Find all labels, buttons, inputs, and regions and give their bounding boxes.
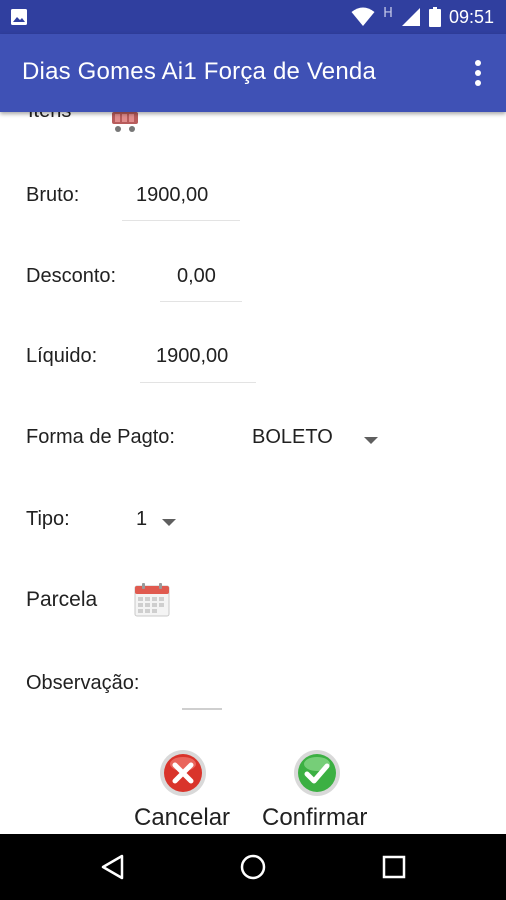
desconto-underline [160,301,242,302]
itens-label: Itens [28,112,71,123]
liquido-value: 1900,00 [156,345,229,367]
more-vert-icon[interactable] [468,58,488,88]
order-summary-form[interactable]: Itens Bruto: 1900,00 Desconto: 0,00 Líqu… [0,112,506,834]
desconto-value: 0,00 [177,265,216,287]
bruto-label: Bruto: [26,184,80,206]
cancel-icon [160,750,206,796]
chevron-down-icon [162,519,176,526]
desconto-label: Desconto: [26,265,117,287]
cancel-button[interactable]: Cancelar [130,748,240,834]
forma-pagto-spinner[interactable]: BOLETO [246,420,386,456]
shopping-cart-icon[interactable] [108,112,142,134]
observacao-input[interactable] [176,682,228,710]
status-bar: H 09:51 [0,0,506,34]
confirm-button[interactable]: Confirmar [258,748,382,834]
liquido-underline [140,382,256,383]
forma-pagto-label: Forma de Pagto: [26,426,175,448]
app-bar: Dias Gomes Ai1 Força de Venda [0,34,506,112]
forma-pagto-value: BOLETO [252,426,333,448]
tipo-value: 1 [136,508,148,530]
cancel-label: Cancelar [134,804,231,831]
battery-icon [428,7,441,27]
parcela-label: Parcela [26,588,98,611]
recents-icon[interactable] [382,855,406,879]
checkmark-icon [294,750,340,796]
back-icon[interactable] [100,854,126,880]
observacao-label: Observação: [26,672,140,694]
network-type-label: H [383,5,393,21]
tipo-label: Tipo: [26,508,70,530]
observacao-underline [182,708,222,710]
image-notification-icon [11,9,27,25]
calendar-icon[interactable] [134,583,170,617]
wifi-icon [351,7,375,26]
tipo-spinner[interactable]: 1 [130,502,186,538]
home-icon[interactable] [240,854,266,880]
bruto-underline [122,220,240,221]
liquido-label: Líquido: [26,345,98,367]
status-time: 09:51 [448,6,494,27]
bruto-value: 1900,00 [136,184,209,206]
app-title: Dias Gomes Ai1 Força de Venda [22,58,376,85]
confirm-label: Confirmar [262,804,368,831]
signal-icon [401,8,420,26]
navigation-bar [0,834,506,900]
chevron-down-icon [364,437,378,444]
